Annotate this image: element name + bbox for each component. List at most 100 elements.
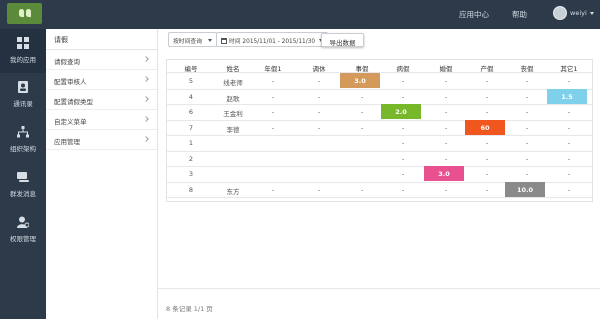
table-cell: 王金利 (223, 110, 243, 118)
table-row[interactable]: 8 东方 - - - - - - 10.0 - (167, 181, 592, 198)
chevron-right-icon (143, 76, 149, 82)
export-button[interactable]: 导出数据 (321, 33, 364, 47)
sidebar-item-label: 权限管理 (10, 235, 36, 243)
table-cell: - (525, 108, 529, 116)
table-cell: 2 (188, 154, 194, 163)
table-cell: - (401, 154, 405, 163)
table-cell: - (567, 139, 571, 147)
table-cell: - (317, 92, 321, 101)
row-divider (167, 197, 592, 198)
table-row[interactable]: 4 赵歌 - - - - - - - 1.5 (167, 88, 592, 105)
sidebar-item-contacts[interactable]: 通讯录 (0, 73, 46, 117)
table-cell: - (525, 77, 529, 85)
table-cell: 4 (188, 92, 194, 101)
table-cell: - (271, 123, 275, 132)
chevron-right-icon (143, 96, 149, 102)
table-cell: - (567, 185, 571, 194)
table-cell: 李德 (226, 125, 240, 134)
table-row[interactable]: 5 线老师 - - 3.0 - - - - - (167, 73, 592, 89)
leaf-icon (26, 9, 31, 17)
subnav-item-app-manage[interactable]: 应用管理 (46, 130, 157, 150)
table-row[interactable]: 6 王金利 - - - 2.0 - - - - (167, 104, 592, 120)
table-cell: - (525, 123, 529, 132)
table-cell: 5 (188, 77, 194, 85)
table-cell: - (444, 77, 448, 85)
subnav-item-leave-query[interactable]: 请假查询 (46, 50, 157, 70)
grid-icon (17, 37, 29, 49)
table-cell: - (444, 154, 448, 163)
subnav-title: 请假 (46, 29, 157, 50)
chevron-right-icon (143, 116, 149, 122)
table-cell: - (485, 108, 489, 116)
table-cell: 7 (188, 123, 194, 132)
leave-value-block: 3.0 (424, 166, 464, 181)
table-cell: - (317, 123, 321, 132)
subnav-item-label: 请假查询 (54, 58, 80, 66)
subnav-item-label: 应用管理 (54, 138, 80, 146)
subnav-item-custom-menu[interactable]: 自定义菜单 (46, 110, 157, 130)
table-cell: 赵歌 (226, 94, 240, 103)
nav-app-center[interactable]: 应用中心 (459, 9, 489, 20)
leave-table: 编号 姓名 年假1 调休 事假 病假 婚假 产假 丧假 其它1 5 线老师 - -3.0- - - - -4 赵歌 -… (166, 59, 593, 202)
subnav-item-label: 配置请假类型 (54, 98, 93, 106)
query-mode-dropdown[interactable]: 按时间查询 (168, 32, 217, 47)
permission-icon (17, 216, 29, 228)
table-cell: - (317, 77, 321, 85)
table-cell: - (271, 92, 275, 101)
sidebar-item-my-apps[interactable]: 我的应用 (0, 29, 46, 73)
table-cell: - (271, 185, 275, 194)
subnav-item-label: 自定义菜单 (54, 118, 87, 126)
avatar[interactable] (553, 6, 567, 20)
leaf-icon (19, 9, 24, 17)
app-logo[interactable] (7, 3, 42, 24)
table-cell: - (360, 123, 364, 132)
table-cell: 6 (188, 108, 194, 116)
table-cell: - (401, 123, 405, 132)
table-cell: - (317, 185, 321, 194)
toolbar: 按时间查询 时间 2015/11/01 - 2015/11/30 导出数据 (158, 29, 600, 51)
subnav-item-leave-types[interactable]: 配置请假类型 (46, 90, 157, 110)
table-row[interactable]: 7 李德 - - - - - 60 - - (167, 119, 592, 136)
table-cell: - (485, 139, 489, 147)
table-cell: - (485, 170, 489, 178)
table-cell: - (485, 77, 489, 85)
table-cell: - (401, 185, 405, 194)
username[interactable]: weiyi (570, 9, 587, 17)
leave-value-block: 60 (465, 119, 505, 135)
sidebar-item-org[interactable]: 组织架构 (0, 118, 46, 162)
sidebar-item-broadcast[interactable]: 群发消息 (0, 163, 46, 207)
date-range-value: 时间 2015/11/01 - 2015/11/30 (229, 39, 316, 45)
date-range-picker[interactable]: 时间 2015/11/01 - 2015/11/30 (216, 32, 328, 47)
sidebar-item-permissions[interactable]: 权限管理 (0, 208, 46, 252)
table-cell: 1 (188, 139, 194, 147)
table-cell: - (444, 108, 448, 116)
table-cell: - (567, 77, 571, 85)
table-cell: - (360, 108, 364, 116)
table-cell: - (444, 185, 448, 194)
table-cell: - (485, 185, 489, 194)
query-mode-value: 按时间查询 (173, 39, 202, 45)
sub-sidebar: 请假 请假查询 配置审核人 配置请假类型 自定义菜单 应用管理 (46, 29, 158, 319)
nav-help[interactable]: 帮助 (512, 9, 527, 20)
sidebar-item-label: 我的应用 (10, 56, 36, 64)
org-chart-icon (17, 126, 29, 138)
table-cell: - (525, 170, 529, 178)
table-cell: - (271, 77, 275, 85)
calendar-icon (221, 38, 227, 44)
main-sidebar: 我的应用 通讯录 组织架构 群发消息 权限管理 (0, 29, 46, 319)
table-cell: - (360, 185, 364, 194)
message-icon (17, 172, 29, 182)
table-cell: - (444, 139, 448, 147)
table-row[interactable]: 1 - - - - - (167, 135, 592, 151)
contacts-icon (18, 81, 28, 93)
chevron-down-icon[interactable] (590, 12, 594, 15)
table-row[interactable]: 2 - - - - - (167, 151, 592, 167)
chevron-right-icon (143, 56, 149, 62)
sidebar-item-label: 组织架构 (10, 145, 36, 153)
table-row[interactable]: 3 - 3.0 - - - (167, 166, 592, 182)
subnav-item-label: 配置审核人 (54, 78, 87, 86)
table-cell: - (444, 92, 448, 101)
table-cell: - (485, 154, 489, 163)
subnav-item-approvers[interactable]: 配置审核人 (46, 70, 157, 90)
table-cell: 线老师 (223, 79, 243, 87)
